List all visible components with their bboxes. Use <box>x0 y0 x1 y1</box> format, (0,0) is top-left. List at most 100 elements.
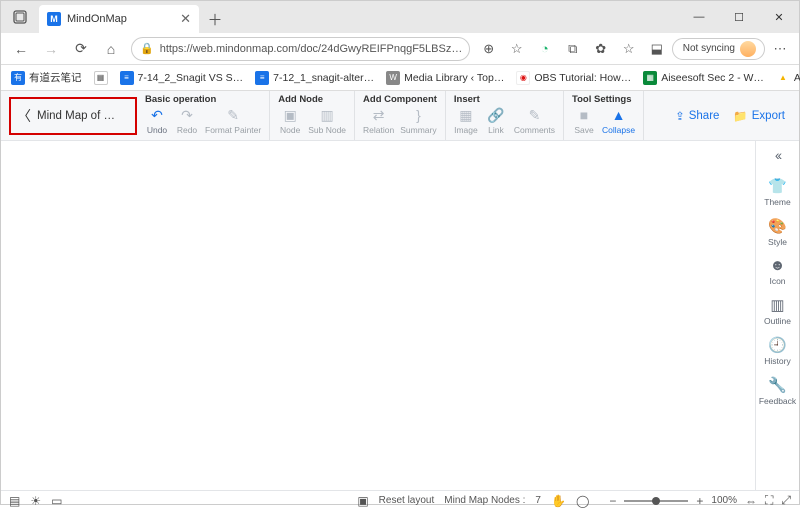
back-button[interactable]: ← <box>7 35 35 63</box>
zoom-out-button[interactable]: − <box>609 494 616 508</box>
maximize-button[interactable]: ☐ <box>719 1 759 33</box>
bookmarks-bar: 有有道云笔记 ▦ ≡ 7-14_2_Snagit VS S… ≡7-12_1_sn… <box>1 65 799 91</box>
fit-screen-icon[interactable]: ⛶ <box>765 493 773 508</box>
export-button[interactable]: 📁Export <box>733 109 785 123</box>
bookmark-item[interactable]: ▦ Aiseesoft Sec 2 - W… <box>639 69 768 87</box>
format-painter-button[interactable]: ✎Format Painter <box>205 106 261 135</box>
select-tool-icon[interactable]: ◯ <box>576 494 589 508</box>
bookmark-item[interactable]: ▲Article-Drafts - Goo… <box>772 69 800 87</box>
tabs-icon <box>13 10 27 24</box>
url-input[interactable]: 🔒 https://web.mindonmap.com/doc/24dGwyRE… <box>131 37 470 61</box>
collapse-button[interactable]: ▲Collapse <box>602 106 635 135</box>
comments-label: Comments <box>514 125 555 135</box>
comments-icon: ✎ <box>525 106 543 124</box>
outline-label: Outline <box>764 316 791 326</box>
format-painter-label: Format Painter <box>205 125 261 135</box>
summary-button[interactable]: }Summary <box>400 106 436 135</box>
sidebar-outline-button[interactable]: ▥ Outline <box>764 296 791 326</box>
collections-icon[interactable]: ⧉ <box>560 36 586 62</box>
browser-titlebar: М MindOnMap ✕ ＋ — ☐ ✕ <box>1 1 799 33</box>
back-icon[interactable]: 〈 <box>17 106 31 126</box>
favicon-icon: М <box>47 12 61 26</box>
sidebar-history-button[interactable]: 🕘History <box>764 336 790 366</box>
history-label: History <box>764 356 790 366</box>
save-button[interactable]: ■Save <box>572 106 596 135</box>
tab-strip-handle[interactable] <box>1 1 39 33</box>
zoom-in-button[interactable]: + <box>696 494 703 508</box>
hand-tool-icon[interactable]: ✋ <box>551 494 566 508</box>
presentation-icon[interactable]: ▭ <box>51 494 62 508</box>
save-label: Save <box>574 125 593 135</box>
bookmark-item[interactable]: ≡ 7-14_2_Snagit VS S… <box>116 69 248 87</box>
collapse-label: Collapse <box>602 125 635 135</box>
fullscreen-icon[interactable]: ⤢ <box>781 493 791 508</box>
extensions-icon[interactable]: ✿ <box>588 36 614 62</box>
reset-layout-button[interactable]: Reset layout <box>379 495 435 506</box>
icon-label: Icon <box>769 276 785 286</box>
close-tab-icon[interactable]: ✕ <box>180 11 191 27</box>
right-sidebar: ‹‹ 👕Theme 🎨Style ☻Icon ▥ Outline 🕘History 🔧Fee… <box>755 141 799 490</box>
theme-toggle-icon[interactable]: ☀ <box>30 494 41 508</box>
share-button[interactable]: ⇪Share <box>675 109 719 123</box>
sheets-icon: ▦ <box>643 71 657 85</box>
link-button[interactable]: 🔗Link <box>484 106 508 135</box>
toolbar-group-basic-operation: Basic operation↶Undo↷Redo✎Format Painter <box>137 91 270 140</box>
favorite-icon[interactable]: ☆ <box>504 36 530 62</box>
copilot-icon[interactable]: ◔ <box>532 36 558 62</box>
bookmark-item[interactable]: ◉OBS Tutorial: How… <box>512 69 635 87</box>
relation-button[interactable]: ⇄Relation <box>363 106 394 135</box>
zoom-indicator-icon[interactable]: ⊕ <box>476 36 502 62</box>
toolbar-right: ⇪Share 📁Export <box>675 91 799 140</box>
minimize-button[interactable]: — <box>679 1 719 33</box>
relation-icon: ⇄ <box>370 106 388 124</box>
close-window-button[interactable]: ✕ <box>759 1 799 33</box>
redo-button[interactable]: ↷Redo <box>175 106 199 135</box>
sidebar-theme-button[interactable]: 👕Theme <box>764 177 790 207</box>
node-button[interactable]: ▣Node <box>278 106 302 135</box>
undo-button[interactable]: ↶Undo <box>145 106 169 135</box>
relation-label: Relation <box>363 125 394 135</box>
summary-icon: } <box>409 106 427 124</box>
image-label: Image <box>454 125 478 135</box>
docs-icon: ≡ <box>120 71 134 85</box>
bookmark-label: 7-14_2_Snagit VS S… <box>138 72 244 84</box>
performance-icon[interactable]: ☆ <box>616 36 642 62</box>
save-icon: ■ <box>575 106 593 124</box>
collapse-sidebar-button[interactable]: ‹‹ <box>775 147 780 163</box>
bookmark-item[interactable]: ≡7-12_1_snagit-alter… <box>251 69 378 87</box>
theme-label: Theme <box>764 197 790 207</box>
zoom-slider[interactable] <box>624 500 688 502</box>
sidebar-icon-button[interactable]: ☻Icon <box>769 257 785 286</box>
sidebar-feedback-button[interactable]: 🔧Feedback <box>759 376 796 406</box>
reset-layout-icon: ▣ <box>357 494 368 508</box>
bookmark-label: Aiseesoft Sec 2 - W… <box>661 72 764 84</box>
canvas[interactable] <box>1 141 755 490</box>
group-title: Add Node <box>278 94 346 105</box>
group-title: Tool Settings <box>572 94 635 105</box>
bookmark-item[interactable]: WMedia Library ‹ Top… <box>382 69 508 87</box>
forward-button[interactable]: → <box>37 35 65 63</box>
bookmark-item[interactable]: 有有道云笔记 <box>7 68 86 87</box>
calendar-icon: ▦ <box>94 71 108 85</box>
sub-node-label: Sub Node <box>308 125 346 135</box>
more-menu-button[interactable]: ⋯ <box>767 36 793 62</box>
fit-width-icon[interactable]: ⇔ <box>745 494 757 508</box>
new-tab-button[interactable]: ＋ <box>203 7 227 31</box>
window-controls: — ☐ ✕ <box>679 1 799 33</box>
refresh-button[interactable]: ⟳ <box>67 35 95 63</box>
downloads-icon[interactable]: ⬓ <box>644 36 670 62</box>
browser-tab[interactable]: М MindOnMap ✕ <box>39 5 199 33</box>
undo-icon: ↶ <box>148 106 166 124</box>
document-title-box[interactable]: 〈 Mind Map of … <box>9 97 137 135</box>
group-title: Insert <box>454 94 555 105</box>
profile-sync-button[interactable]: Not syncing <box>672 38 765 60</box>
sub-node-button[interactable]: ▥Sub Node <box>308 106 346 135</box>
outline-icon: ▥ <box>770 296 784 314</box>
image-button[interactable]: ▦Image <box>454 106 478 135</box>
view-mode-icon[interactable]: ▤ <box>9 494 20 508</box>
comments-button[interactable]: ✎Comments <box>514 106 555 135</box>
sidebar-style-button[interactable]: 🎨Style <box>768 217 787 247</box>
home-button[interactable]: ⌂ <box>97 35 125 63</box>
bookmark-item[interactable]: ▦ <box>90 69 112 87</box>
address-bar-row: ← → ⟳ ⌂ 🔒 https://web.mindonmap.com/doc/… <box>1 33 799 65</box>
